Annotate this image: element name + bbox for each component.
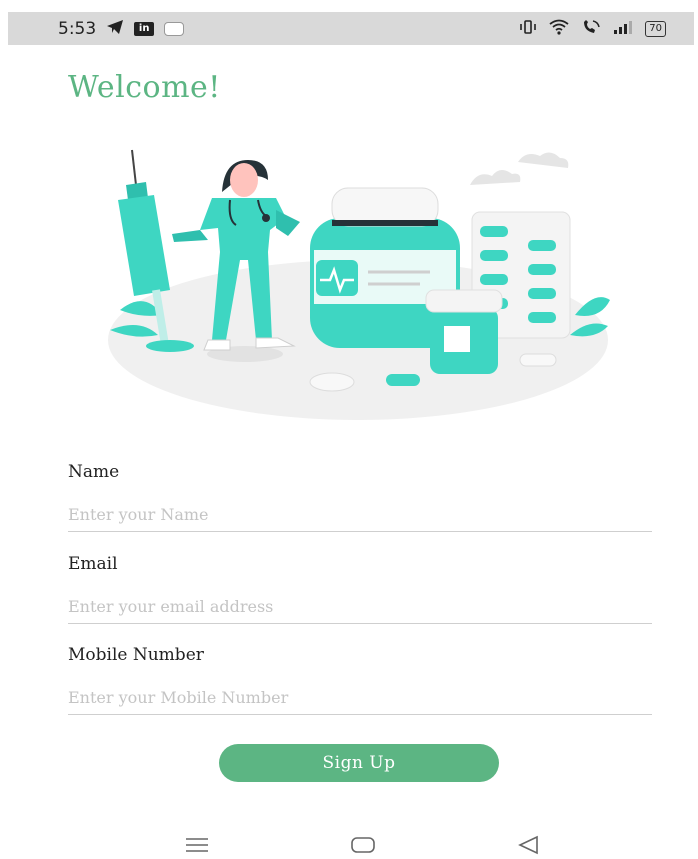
- vibrate-icon: [519, 19, 537, 38]
- wifi-calling-icon: [581, 19, 601, 39]
- navigation-bar: [0, 832, 698, 859]
- sign-up-button[interactable]: Sign Up: [219, 744, 499, 782]
- menu-icon[interactable]: [185, 836, 209, 854]
- home-icon[interactable]: [350, 836, 376, 854]
- status-time: 5:53: [58, 18, 97, 39]
- mobile-input[interactable]: [68, 680, 652, 715]
- signal-icon: [613, 20, 633, 38]
- status-bar: 5:53 in 70: [8, 12, 694, 45]
- page-title: Welcome!: [68, 70, 221, 105]
- email-input[interactable]: [68, 589, 652, 624]
- name-label: Name: [68, 462, 120, 482]
- linkedin-icon: in: [134, 21, 155, 36]
- message-icon: [164, 21, 185, 36]
- telegram-icon: [106, 19, 124, 39]
- status-right: 70: [519, 19, 666, 39]
- email-label: Email: [68, 554, 118, 574]
- doctor-illustration: [108, 149, 610, 420]
- battery-icon: 70: [645, 20, 666, 37]
- back-icon[interactable]: [517, 835, 539, 855]
- name-input[interactable]: [68, 497, 652, 532]
- wifi-icon: [549, 19, 569, 39]
- status-left: 5:53 in: [58, 18, 185, 39]
- mobile-label: Mobile Number: [68, 645, 204, 665]
